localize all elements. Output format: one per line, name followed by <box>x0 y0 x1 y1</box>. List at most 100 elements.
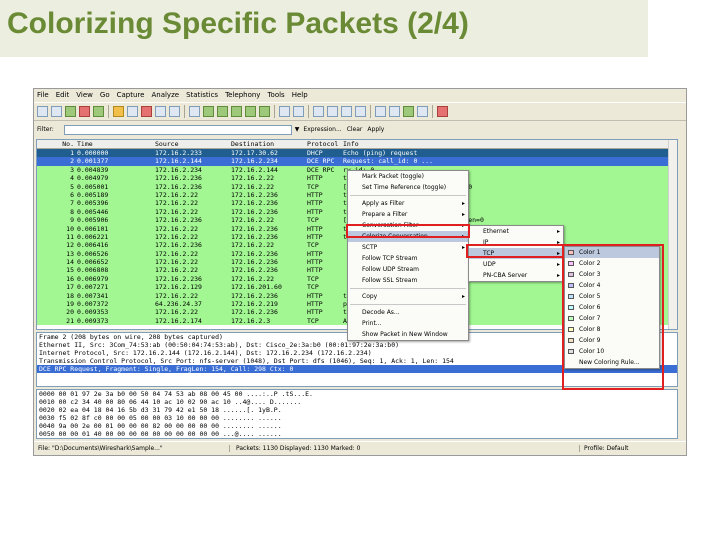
interfaces-icon[interactable] <box>37 106 48 117</box>
go-back-icon[interactable] <box>203 106 214 117</box>
packet-list-scrollbar[interactable] <box>668 140 677 329</box>
menu-bar: File Edit View Go Capture Analyze Statis… <box>34 89 686 101</box>
packet-source: 172.16.2.22 <box>155 258 199 267</box>
packet-time: 0.006526 <box>77 249 109 258</box>
find-packet-icon[interactable] <box>189 106 200 117</box>
menu-item[interactable]: Follow UDP Stream <box>348 264 468 275</box>
capture-filters-icon[interactable] <box>375 106 386 117</box>
menu-item[interactable]: Mark Packet (toggle) <box>348 171 468 182</box>
menu-tools[interactable]: Tools <box>267 91 284 99</box>
filter-label: Filter: <box>37 126 54 133</box>
menu-item[interactable]: Follow SSL Stream <box>348 275 468 286</box>
bytes-line[interactable]: 0050 00 00 01 40 00 00 00 00 00 00 00 00… <box>37 430 677 438</box>
toolbar-separator <box>308 105 309 118</box>
menu-item-label: SCTP <box>362 244 378 251</box>
menu-item[interactable]: Follow TCP Stream <box>348 253 468 264</box>
print-icon[interactable] <box>169 106 180 117</box>
packet-source: 172.16.2.236 <box>155 182 202 191</box>
packet-row[interactable]: 1 0.000000 172.16.2.233 172.17.30.62 DHCP Ech… <box>37 149 677 158</box>
column-header-destination[interactable]: Destination <box>231 140 307 148</box>
menu-edit[interactable]: Edit <box>56 91 70 99</box>
packet-destination: 172.16.2.236 <box>231 224 278 233</box>
go-to-packet-icon[interactable] <box>231 106 242 117</box>
status-profile[interactable]: Profile: Default <box>580 445 629 452</box>
menu-item[interactable]: Copy ▸ <box>348 291 468 302</box>
auto-scroll-icon[interactable] <box>293 106 304 117</box>
packet-time: 0.006101 <box>77 224 109 233</box>
resize-columns-icon[interactable] <box>355 106 366 117</box>
start-capture-icon[interactable] <box>65 106 76 117</box>
packet-row[interactable]: 2 0.001377 172.16.2.144 172.16.2.234 DCE RPC… <box>37 157 677 166</box>
save-file-icon[interactable] <box>127 106 138 117</box>
reload-icon[interactable] <box>155 106 166 117</box>
go-forward-icon[interactable] <box>217 106 228 117</box>
stop-capture-icon[interactable] <box>79 106 90 117</box>
restart-capture-icon[interactable] <box>93 106 104 117</box>
packet-source: 64.236.24.37 <box>155 300 202 309</box>
menu-item-label: Set Time Reference (toggle) <box>362 184 447 191</box>
clear-button[interactable]: Clear <box>347 126 363 133</box>
filter-input[interactable] <box>63 124 292 135</box>
menu-item[interactable]: Decode As... <box>348 307 468 318</box>
menu-view[interactable]: View <box>76 91 93 99</box>
menu-capture[interactable]: Capture <box>117 91 145 99</box>
bytes-line[interactable]: 0040 9a 00 2e 00 01 00 00 00 82 00 00 00… <box>37 422 677 430</box>
bytes-line[interactable]: 0010 00 c2 34 40 00 80 06 44 10 ac 10 02… <box>37 398 677 406</box>
menu-item[interactable]: SCTP ▸ <box>348 242 468 253</box>
bytes-line[interactable]: 0020 02 ea 04 18 04 16 5b d3 31 79 42 e1… <box>37 406 677 414</box>
zoom-in-icon[interactable] <box>313 106 324 117</box>
apply-button[interactable]: Apply <box>367 126 384 133</box>
menu-item[interactable]: Print... <box>348 318 468 329</box>
coloring-rules-icon[interactable] <box>403 106 414 117</box>
menu-analyze[interactable]: Analyze <box>151 91 179 99</box>
menu-item[interactable]: Apply as Filter ▸ <box>348 198 468 209</box>
menu-telephony[interactable]: Telephony <box>225 91 260 99</box>
bytes-line[interactable]: 0030 f5 02 8f c0 00 00 05 00 00 03 10 00… <box>37 414 677 422</box>
menu-item-label: Prepare a Filter <box>362 211 408 218</box>
menu-go[interactable]: Go <box>100 91 110 99</box>
packet-no: 15 <box>66 266 74 275</box>
bytes-line[interactable]: 0000 00 01 97 2e 3a b0 00 50 04 74 53 ab… <box>37 390 677 398</box>
normal-size-icon[interactable] <box>341 106 352 117</box>
menu-item[interactable]: Show Packet in New Window <box>348 329 468 340</box>
packet-time: 0.006221 <box>77 232 109 241</box>
menu-item[interactable]: Set Time Reference (toggle) <box>348 182 468 193</box>
open-file-icon[interactable] <box>113 106 124 117</box>
close-file-icon[interactable] <box>141 106 152 117</box>
display-filters-icon[interactable] <box>389 106 400 117</box>
menu-statistics[interactable]: Statistics <box>186 91 218 99</box>
menu-item[interactable]: UDP ▸ <box>469 259 563 270</box>
zoom-out-icon[interactable] <box>327 106 338 117</box>
column-header-time[interactable]: Time <box>77 140 155 148</box>
menu-file[interactable]: File <box>37 91 49 99</box>
packet-no: 14 <box>66 258 74 267</box>
column-header-info[interactable]: Info <box>341 140 677 148</box>
packet-info: Echo (ping) request <box>343 149 418 157</box>
packet-no: 3 <box>70 165 74 174</box>
menu-item[interactable]: PN-CBA Server ▸ <box>469 270 563 281</box>
submenu-arrow-icon: ▸ <box>461 244 465 251</box>
packet-source: 172.16.2.236 <box>155 274 202 283</box>
packet-no: 10 <box>66 224 74 233</box>
packet-no: 4 <box>70 174 74 183</box>
packet-protocol: TCP <box>307 216 319 225</box>
packet-no: 18 <box>66 291 74 300</box>
preferences-icon[interactable] <box>417 106 428 117</box>
menu-item[interactable]: Ethernet ▸ <box>469 226 563 237</box>
first-packet-icon[interactable] <box>245 106 256 117</box>
menu-help[interactable]: Help <box>292 91 308 99</box>
filter-dropdown-icon[interactable]: ▼ <box>295 126 300 133</box>
column-header-protocol[interactable]: Protocol <box>307 140 341 148</box>
expression-button[interactable]: Expression... <box>303 126 341 133</box>
column-header-source[interactable]: Source <box>155 140 231 148</box>
colorize-icon[interactable] <box>279 106 290 117</box>
help-icon[interactable] <box>437 106 448 117</box>
packet-source: 172.16.2.22 <box>155 207 199 216</box>
capture-options-icon[interactable] <box>51 106 62 117</box>
packet-protocol: HTTP <box>307 232 323 241</box>
column-header-no[interactable]: No. <box>37 140 77 148</box>
menu-item[interactable]: Prepare a Filter ▸ <box>348 209 468 220</box>
last-packet-icon[interactable] <box>259 106 270 117</box>
submenu-arrow-icon: ▸ <box>556 272 560 279</box>
packet-destination: 172.16.201.60 <box>231 283 282 292</box>
